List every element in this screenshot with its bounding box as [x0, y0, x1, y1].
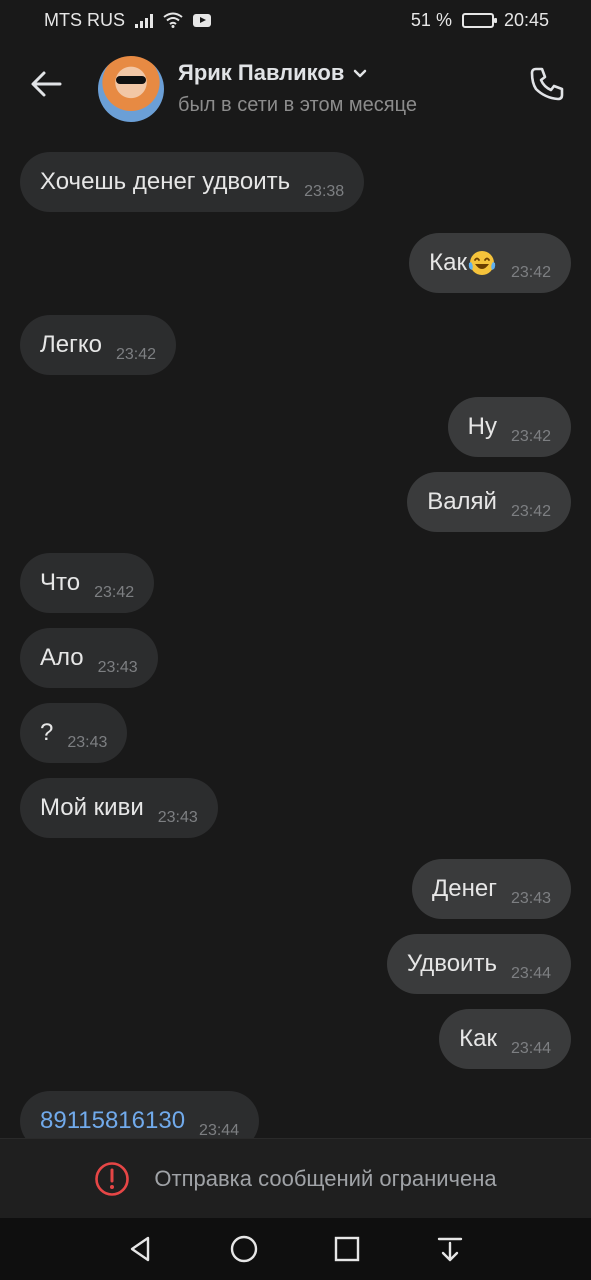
message-time: 23:44: [510, 965, 551, 982]
message-text: Легко: [40, 331, 102, 358]
battery-icon: [461, 12, 497, 28]
message-text: Ну: [467, 413, 497, 440]
message-bubble-outgoing[interactable]: Ну 23:42: [447, 397, 571, 457]
message-time: 23:43: [510, 890, 551, 907]
message-text: Как: [459, 1025, 497, 1052]
message-text: ?: [40, 719, 54, 746]
warning-circle-icon: [95, 1161, 130, 1196]
message-bubble-outgoing[interactable]: Удвоить 23:44: [386, 934, 571, 994]
message-text: Удвоить: [406, 950, 497, 977]
signal-icon: [135, 12, 153, 28]
messaging-restricted-bar: Отправка сообщений ограничена: [0, 1138, 591, 1218]
message-time: 23:43: [157, 809, 198, 826]
message-text: Что: [40, 569, 81, 596]
message-bubble-incoming[interactable]: Хочешь денег удвоить 23:38: [20, 152, 365, 212]
message-time: 23:43: [67, 734, 108, 751]
avatar[interactable]: [98, 56, 164, 122]
message-time: 23:44: [510, 1040, 551, 1057]
nav-back-icon[interactable]: [126, 1234, 156, 1264]
laughing-tears-emoji: [468, 251, 496, 275]
contact-name-button[interactable]: Ярик Павликов: [178, 60, 368, 86]
contact-name: Ярик Павликов: [178, 60, 345, 85]
message-text: Мой киви: [40, 794, 144, 821]
message-time: 23:42: [510, 503, 551, 520]
message-text: Хочешь денег удвоить: [40, 168, 291, 195]
phone-number-link[interactable]: 89115816130: [40, 1107, 185, 1135]
battery-percent: 51 %: [410, 9, 452, 30]
message-bubble-incoming[interactable]: ? 23:43: [20, 703, 128, 763]
message-list[interactable]: Хочешь денег удвоить 23:38 Как 23:42 Лег…: [0, 136, 591, 1138]
message-bubble-outgoing[interactable]: Как 23:44: [439, 1009, 571, 1069]
message-time: 23:42: [94, 584, 135, 601]
message-text: Как: [429, 249, 467, 276]
message-time: 23:42: [115, 346, 157, 363]
message-bubble-incoming[interactable]: Легко 23:42: [20, 315, 177, 375]
nav-recents-icon[interactable]: [332, 1234, 362, 1264]
nav-notifications-icon[interactable]: [435, 1234, 465, 1264]
wifi-icon: [163, 12, 183, 28]
chat-header: Ярик Павликов был в сети в этом месяце: [0, 40, 591, 136]
message-time: 23:43: [97, 659, 138, 676]
message-time: 23:42: [510, 428, 551, 445]
message-time: 23:42: [510, 264, 551, 281]
nav-home-icon[interactable]: [229, 1234, 259, 1264]
system-nav-bar: [0, 1218, 591, 1280]
phone-icon[interactable]: [527, 64, 567, 104]
message-time: 23:38: [304, 183, 345, 200]
message-bubble-incoming[interactable]: Что 23:42: [20, 553, 155, 613]
status-bar: MTS RUS 51 % 20:45: [0, 0, 591, 40]
message-bubble-outgoing[interactable]: Денег 23:43: [411, 859, 571, 919]
message-text: Денег: [431, 875, 497, 902]
message-text: Ало: [40, 644, 84, 671]
carrier-label: MTS RUS: [44, 9, 125, 30]
message-bubble-incoming[interactable]: 89115816130 23:44: [20, 1091, 260, 1138]
message-text: Валяй: [427, 488, 497, 515]
message-bubble-incoming[interactable]: Мой киви 23:43: [20, 778, 218, 838]
contact-status: был в сети в этом месяце: [178, 94, 417, 116]
message-time: 23:44: [199, 1122, 240, 1138]
message-bubble-outgoing[interactable]: Как 23:42: [409, 233, 571, 293]
message-bubble-incoming[interactable]: Ало 23:43: [20, 628, 158, 688]
youtube-icon: [193, 13, 211, 27]
restricted-text: Отправка сообщений ограничена: [154, 1165, 497, 1191]
back-arrow-icon[interactable]: [28, 66, 64, 102]
clock: 20:45: [503, 9, 549, 30]
chevron-down-icon: [354, 69, 367, 78]
message-bubble-outgoing[interactable]: Валяй 23:42: [407, 472, 571, 532]
